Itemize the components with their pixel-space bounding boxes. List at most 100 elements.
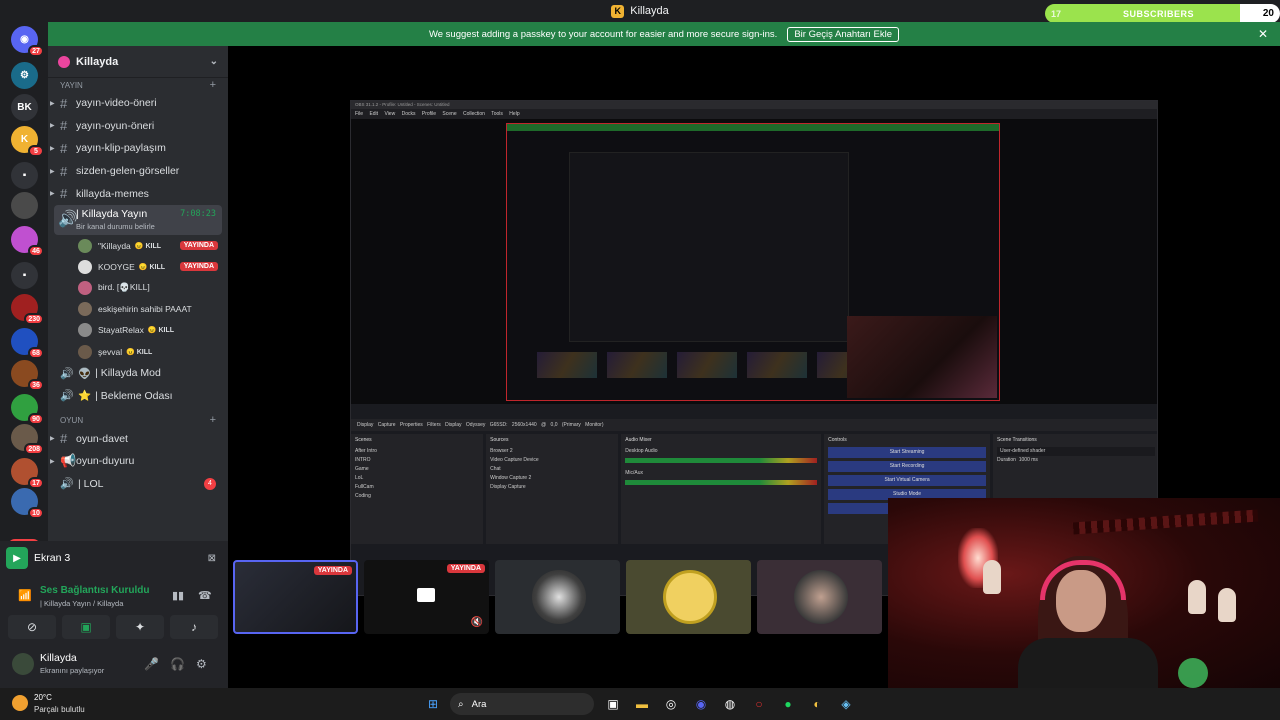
text-channel[interactable]: ▶ # oyun-davet	[48, 427, 228, 450]
text-channel[interactable]: ▶ 📢 oyun-duyuru	[48, 450, 228, 473]
voice-channel-status[interactable]: Bir kanal durumu belirle	[76, 222, 155, 231]
activities-icon[interactable]: ✦	[116, 615, 164, 639]
voice-channel[interactable]: 🔊 ⭐ | Bekleme Odası	[48, 385, 228, 408]
add-channel-icon[interactable]: +	[210, 79, 216, 91]
discord-app-icon[interactable]: ◉	[692, 695, 710, 713]
source-item[interactable]: Display Capture	[490, 483, 614, 492]
obs-control-button[interactable]: Start Streaming	[828, 447, 987, 458]
camera-off-icon[interactable]: ⊘	[8, 615, 56, 639]
server-icon-14[interactable]: 17	[11, 458, 44, 489]
screen-share-panel[interactable]: ▶ Ekran 3 ⊠	[6, 545, 222, 571]
signal-icon: 📶	[18, 590, 32, 602]
participant-thumb-1[interactable]	[495, 560, 620, 634]
text-channel[interactable]: ▶ # yayın-oyun-öneri	[48, 115, 228, 138]
scene-item[interactable]: INTRO	[355, 456, 479, 465]
folder-server-icon-2[interactable]: ▪	[11, 262, 38, 289]
voice-connected-channel[interactable]: | Killayda Yayın / Killayda	[40, 599, 123, 608]
stop-screen-share-icon[interactable]: ▣	[62, 615, 110, 639]
stop-share-icon[interactable]: ⊠	[208, 553, 216, 564]
voice-connected-label[interactable]: Ses Bağlantısı Kuruldu	[40, 585, 149, 596]
scene-item[interactable]: After Intro	[355, 447, 479, 456]
scene-item[interactable]: LoL	[355, 474, 479, 483]
scene-item[interactable]: Coding	[355, 492, 479, 501]
soundboard-icon[interactable]: ♪	[170, 615, 218, 639]
muted-icon[interactable]: 🔇	[471, 617, 483, 628]
transition-select[interactable]: User-defined shader	[997, 447, 1156, 456]
text-channel[interactable]: ▶ # sizden-gelen-görseller	[48, 160, 228, 183]
participant-thumb-2[interactable]	[626, 560, 751, 634]
obs-app-icon[interactable]: ◎	[662, 695, 680, 713]
channel-name: killayda-memes	[76, 187, 149, 200]
participant-thumb-3[interactable]	[757, 560, 882, 634]
noise-suppression-icon[interactable]: ▮▮	[172, 589, 184, 602]
stream-thumb-2[interactable]: YAYINDA 🔇	[364, 560, 489, 634]
server-icon-7[interactable]: 46	[11, 226, 44, 257]
server-icon-13[interactable]: 208	[11, 424, 44, 455]
source-item[interactable]: Chat	[490, 465, 614, 474]
disconnect-icon[interactable]: ☎	[198, 589, 212, 602]
avatar[interactable]	[12, 653, 34, 675]
add-passkey-button[interactable]: Bir Geçiş Anahtarı Ekle	[787, 26, 900, 42]
app-icon[interactable]: ◍	[721, 695, 739, 713]
source-item[interactable]: Window Capture 2	[490, 474, 614, 483]
server-icon-15[interactable]: 10	[11, 488, 44, 519]
voice-user[interactable]: eskişehirin sahibi PAAAT	[48, 299, 228, 320]
current-user[interactable]: Killayda Ekranını paylaşıyor 🎤 🎧 ⚙	[12, 651, 222, 679]
opera-app-icon[interactable]: ○	[750, 695, 768, 713]
text-channel[interactable]: ▶ # yayın-klip-paylaşım	[48, 137, 228, 160]
spotify-app-icon[interactable]: ●	[779, 695, 797, 713]
voice-channel[interactable]: 🔊 👽 | Killayda Mod	[48, 362, 228, 385]
avatar	[78, 344, 92, 359]
voice-user[interactable]: StayatRelax 😠 KILL	[48, 320, 228, 341]
text-channel[interactable]: ▶ # killayda-memes	[48, 182, 228, 205]
microphone-icon[interactable]: 🎤	[144, 657, 159, 671]
obs-control-button[interactable]: Start Virtual Camera	[828, 475, 987, 486]
source-item[interactable]: Video Capture Device	[490, 456, 614, 465]
ghost-decoration	[1218, 588, 1236, 622]
halloween-garland	[1072, 509, 1259, 535]
server-icon-10[interactable]: 68	[11, 328, 44, 359]
steam-app-icon[interactable]: ◈	[837, 695, 855, 713]
source-item[interactable]: Browser 2	[490, 447, 614, 456]
server-icon-6[interactable]	[11, 192, 38, 219]
alien-emoji-icon: 👽	[78, 367, 92, 380]
chevron-down-icon[interactable]: ⌄	[210, 56, 218, 67]
file-explorer-icon[interactable]: ▬	[633, 695, 651, 713]
add-channel-icon[interactable]: +	[210, 414, 216, 426]
killayda-server-icon[interactable]: K5	[11, 126, 44, 157]
star-emoji-icon: ⭐	[78, 390, 92, 403]
category-yayin[interactable]: YAYIN +	[48, 78, 228, 92]
windows-start-icon[interactable]: ⊞	[424, 695, 442, 713]
stream-thumb-1[interactable]: YAYINDA	[233, 560, 358, 634]
gear-icon[interactable]: ⚙	[196, 657, 207, 671]
close-icon[interactable]: ✕	[1258, 27, 1268, 41]
voice-user[interactable]: KOOYGE 😠 KILL YAYINDA	[48, 256, 228, 277]
text-channel[interactable]: ▶ # yayın-video-öneri	[48, 92, 228, 115]
bk-server-icon[interactable]: BK	[11, 94, 38, 121]
scene-item[interactable]: FullCam	[355, 483, 479, 492]
category-oyun[interactable]: OYUN +	[48, 413, 228, 427]
discord-home-icon[interactable]: ◉ 27	[11, 26, 44, 57]
chrome-app-icon[interactable]: ◐	[808, 695, 826, 713]
server-icon-9[interactable]: 230	[11, 294, 44, 325]
settings-server-icon[interactable]: ⚙	[11, 62, 38, 89]
voice-user[interactable]: şevval 😠 KILL	[48, 341, 228, 362]
duration-value[interactable]: 1000 ms	[1019, 457, 1038, 463]
voice-user[interactable]: "Killayda 😠 KILL YAYINDA	[48, 235, 228, 256]
collapse-arrow-icon: ▶	[50, 191, 55, 198]
taskbar-search[interactable]: ⌕ Ara	[450, 693, 594, 715]
folder-server-icon[interactable]: ▪	[11, 162, 38, 189]
voice-channel-active[interactable]: 🔊 | Killayda Yayın Bir kanal durumu beli…	[54, 204, 222, 235]
headphones-icon[interactable]: 🎧	[170, 657, 185, 671]
collapse-arrow-icon: ▶	[50, 436, 55, 443]
user-tag: 😠 KILL	[138, 263, 166, 271]
voice-user[interactable]: bird. [💀KILL]	[48, 277, 228, 298]
server-icon-11[interactable]: 36	[11, 360, 44, 391]
channel-name: | Killayda Mod	[95, 367, 161, 380]
scene-item[interactable]: Game	[355, 465, 479, 474]
guild-header[interactable]: Killayda ⌄	[48, 46, 228, 78]
obs-control-button[interactable]: Start Recording	[828, 461, 987, 472]
server-icon-12[interactable]: 90	[11, 394, 44, 425]
voice-channel-lol[interactable]: 🔊 | LOL 4	[48, 472, 228, 495]
task-view-icon[interactable]: ▣	[604, 695, 622, 713]
